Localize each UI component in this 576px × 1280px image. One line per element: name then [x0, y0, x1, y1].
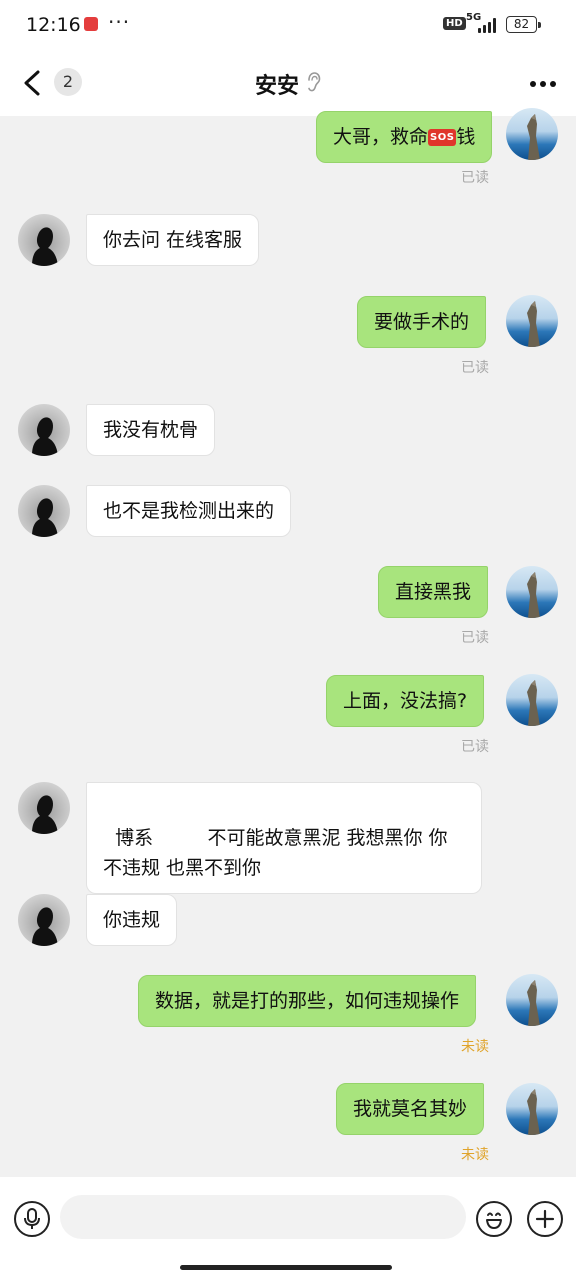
message-text: 数据，就是打的那些，如何违规操作 — [155, 990, 460, 1012]
sos-emoji: SOS — [428, 129, 457, 146]
self-avatar[interactable] — [506, 1083, 558, 1135]
message-bubble[interactable]: 博系 不可能故意黑泥 我想黑你 你 不违规 也黑不到你 — [86, 782, 482, 894]
emoji-icon[interactable] — [476, 1201, 512, 1237]
battery-icon: 82 — [506, 16, 537, 33]
read-receipt: 已读 — [461, 170, 489, 186]
notification-app-icon — [84, 17, 98, 31]
contact-avatar[interactable] — [18, 782, 70, 834]
self-avatar[interactable] — [506, 974, 558, 1026]
chat-header: 2 安安 — [0, 54, 576, 116]
message-text: 上面，没法搞? — [343, 690, 468, 712]
message-bubble[interactable]: 你违规 — [86, 894, 178, 946]
read-receipt: 已读 — [461, 739, 489, 755]
contact-avatar[interactable] — [18, 404, 70, 456]
message-bubble[interactable]: 要做手术的 — [357, 296, 487, 348]
more-icon[interactable] — [526, 66, 560, 100]
self-avatar[interactable] — [506, 674, 558, 726]
message-bubble[interactable]: 我就莫名其妙 — [336, 1083, 485, 1135]
microphone-icon[interactable] — [14, 1201, 50, 1237]
contact-avatar[interactable] — [18, 485, 70, 537]
self-avatar[interactable] — [506, 295, 558, 347]
hd-icon: HD — [443, 17, 466, 30]
unread-receipt: 未读 — [461, 1039, 489, 1055]
message-text: 博系 不可能故意黑泥 我想黑你 你 不违规 也黑不到你 — [103, 827, 454, 879]
message-bubble[interactable]: 也不是我检测出来的 — [86, 485, 292, 537]
message-bubble[interactable]: 直接黑我 — [378, 566, 489, 618]
plus-icon[interactable] — [527, 1201, 563, 1237]
message-bubble[interactable]: 大哥，救命 SOS 钱 — [316, 111, 493, 163]
read-receipt: 已读 — [461, 630, 489, 646]
message-text: 你违规 — [103, 909, 161, 931]
ear-icon[interactable] — [305, 71, 321, 93]
status-more-dots: ··· — [108, 10, 131, 34]
message-bubble[interactable]: 我没有枕骨 — [86, 404, 216, 456]
message-text: 我没有枕骨 — [103, 419, 199, 441]
message-text: 要做手术的 — [374, 311, 470, 333]
message-input[interactable] — [60, 1195, 466, 1239]
message-text-tail: 钱 — [456, 126, 476, 148]
signal-icon — [476, 17, 498, 33]
message-text: 我就莫名其妙 — [353, 1098, 468, 1120]
read-receipt: 已读 — [461, 360, 489, 376]
contact-avatar[interactable] — [18, 214, 70, 266]
message-bubble[interactable]: 上面，没法搞? — [326, 675, 485, 727]
self-avatar[interactable] — [506, 566, 558, 618]
message-text: 也不是我检测出来的 — [103, 500, 275, 522]
message-bubble[interactable]: 数据，就是打的那些，如何违规操作 — [138, 975, 477, 1027]
battery-level: 82 — [513, 17, 530, 31]
message-text: 直接黑我 — [395, 581, 472, 603]
message-text: 大哥，救命 — [333, 126, 429, 148]
contact-name: 安安 — [254, 74, 299, 99]
message-text: 你去问 在线客服 — [103, 229, 243, 251]
self-avatar[interactable] — [506, 108, 558, 160]
message-bubble[interactable]: 你去问 在线客服 — [86, 214, 260, 266]
status-bar: 12:16 ··· HD 5G 82 — [0, 0, 576, 54]
chat-title[interactable]: 安安 — [0, 68, 576, 100]
unread-receipt: 未读 — [461, 1147, 489, 1163]
message-input-bar — [0, 1177, 576, 1280]
contact-avatar[interactable] — [18, 894, 70, 946]
home-indicator[interactable] — [180, 1265, 392, 1270]
battery-tip — [538, 22, 541, 28]
status-time: 12:16 — [26, 14, 81, 36]
